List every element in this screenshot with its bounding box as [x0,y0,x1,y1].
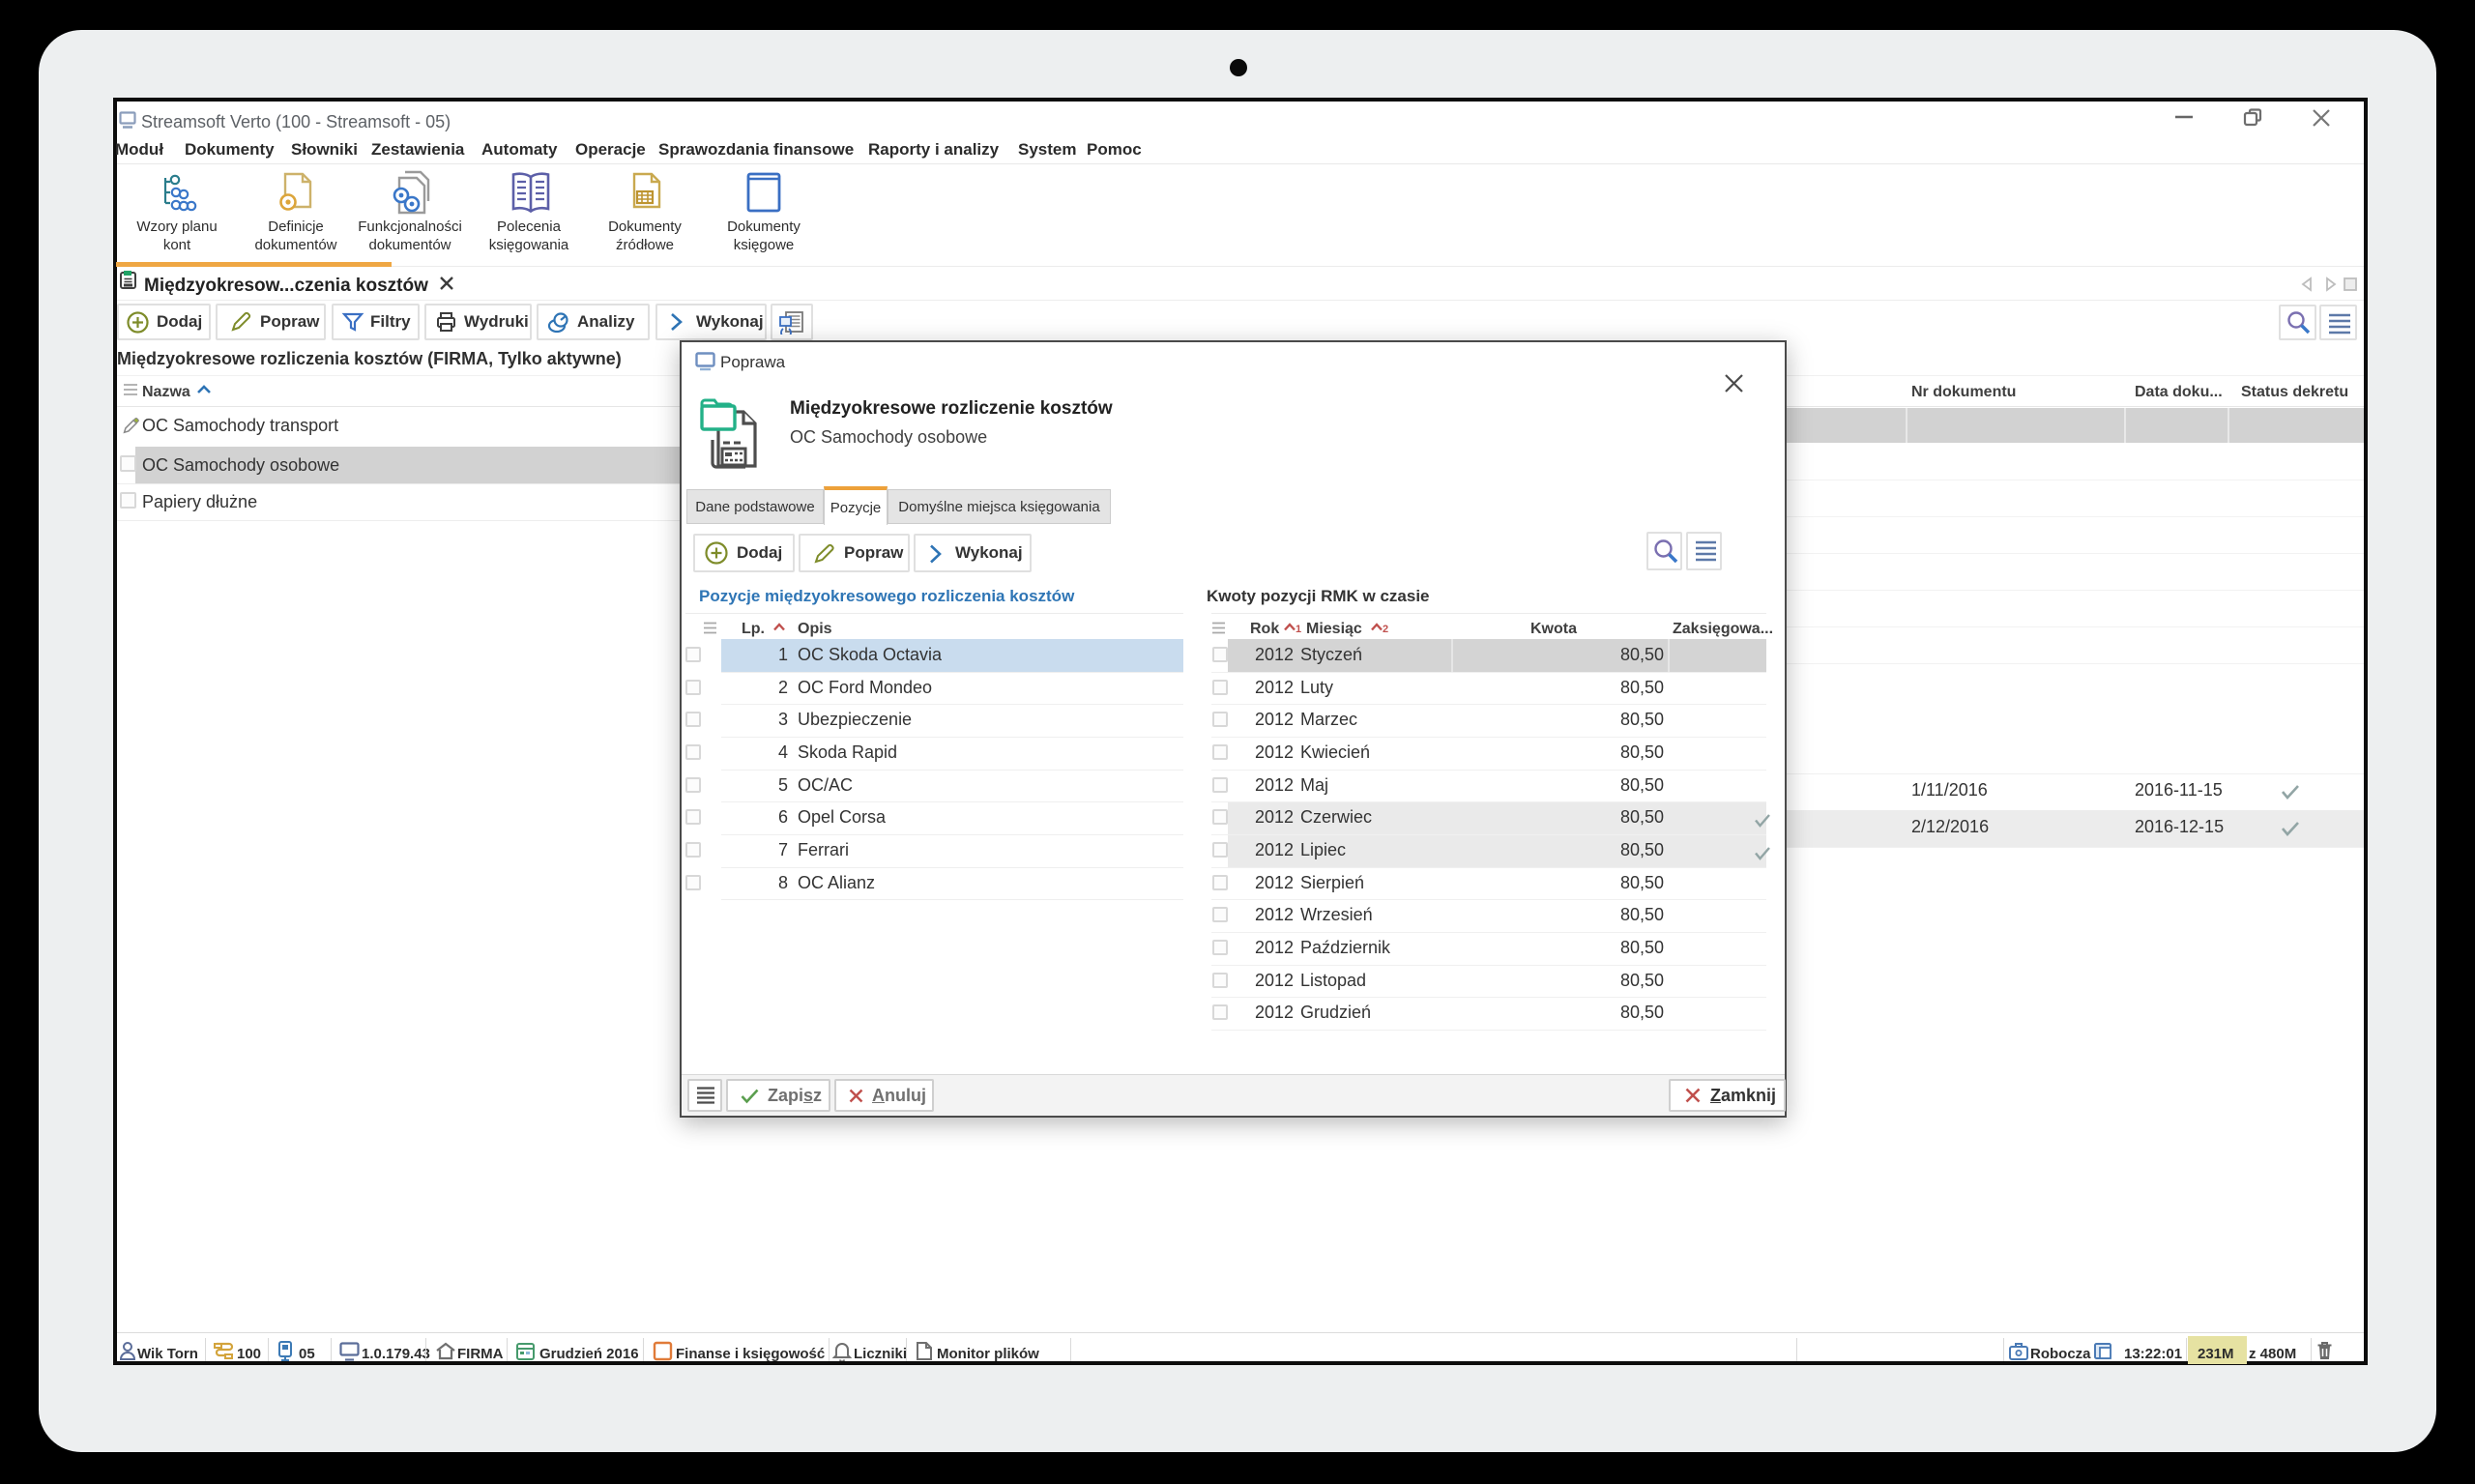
svg-text:1: 1 [1296,624,1301,633]
svg-text:2: 2 [1383,624,1388,633]
